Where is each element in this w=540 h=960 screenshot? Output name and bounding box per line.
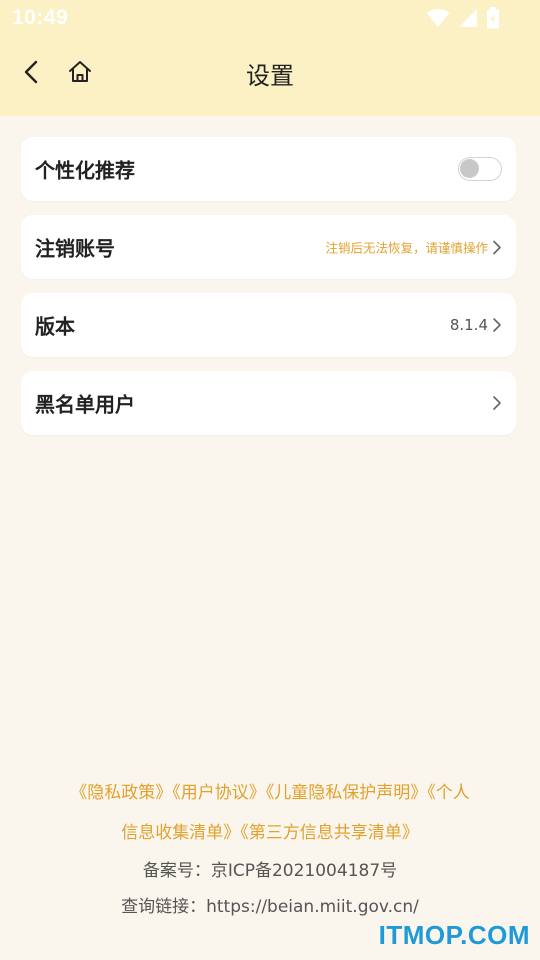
footer-record: 备案号：京ICP备2021004187号 (0, 856, 540, 881)
personal-info-list-link-part2[interactable]: 信息收集清单》 (121, 823, 240, 843)
personalized-recommend-label: 个性化推荐 (35, 158, 135, 183)
chevron-right-icon (493, 240, 501, 254)
status-icons (426, 7, 500, 29)
wifi-icon (426, 9, 450, 27)
third-party-sharing-link[interactable]: 《第三方信息共享清单》 (240, 823, 419, 843)
status-time: 10:49 (12, 6, 69, 29)
icp-record: 备案号：京ICP备2021004187号 (142, 861, 398, 881)
cancel-account-label: 注销账号 (35, 236, 115, 261)
chevron-right-icon (493, 396, 501, 410)
personalized-recommend-right (458, 157, 502, 181)
version-value: 8.1.4 (449, 316, 488, 334)
header: 10:49 设置 (0, 0, 540, 116)
version-item[interactable]: 版本 8.1.4 (21, 293, 516, 357)
version-right: 8.1.4 (450, 316, 502, 334)
battery-icon (487, 7, 499, 29)
query-link[interactable]: 查询链接：https://beian.miit.gov.cn/ (0, 892, 540, 917)
footer-query: 查询链接：https://beian.miit.gov.cn/ (0, 892, 540, 917)
nav-bar: 设置 (0, 48, 540, 96)
cancel-account-right: 注销后无法恢复，请谨慎操作 (325, 238, 502, 257)
page-title: 设置 (246, 62, 294, 90)
personalized-recommend-toggle[interactable] (458, 157, 502, 181)
personal-info-list-link-part1[interactable]: 《个人 (427, 783, 470, 803)
blacklist-users-label: 黑名单用户 (35, 392, 135, 417)
footer-links-row-2: 信息收集清单》《第三方信息共享清单》 (0, 818, 540, 843)
blacklist-users-item[interactable]: 黑名单用户 (21, 371, 516, 435)
child-privacy-link[interactable]: 《儿童隐私保护声明》 (266, 783, 428, 803)
cancel-account-warning: 注销后无法恢复，请谨慎操作 (325, 240, 488, 256)
privacy-policy-link[interactable]: 《隐私政策》 (70, 783, 172, 803)
watermark: ITMOP.COM (378, 920, 530, 950)
chevron-right-icon (493, 318, 501, 332)
status-bar: 10:49 (0, 0, 540, 36)
footer-links-row-1: 《隐私政策》《用户协议》《儿童隐私保护声明》《个人 (0, 778, 540, 803)
personalized-recommend-item: 个性化推荐 (21, 137, 516, 201)
signal-icon (459, 9, 477, 27)
cancel-account-item[interactable]: 注销账号 注销后无法恢复，请谨慎操作 (21, 215, 516, 279)
blacklist-users-right (492, 395, 502, 411)
toggle-knob (460, 159, 479, 178)
version-label: 版本 (35, 314, 75, 339)
user-agreement-link[interactable]: 《用户协议》 (172, 783, 266, 803)
